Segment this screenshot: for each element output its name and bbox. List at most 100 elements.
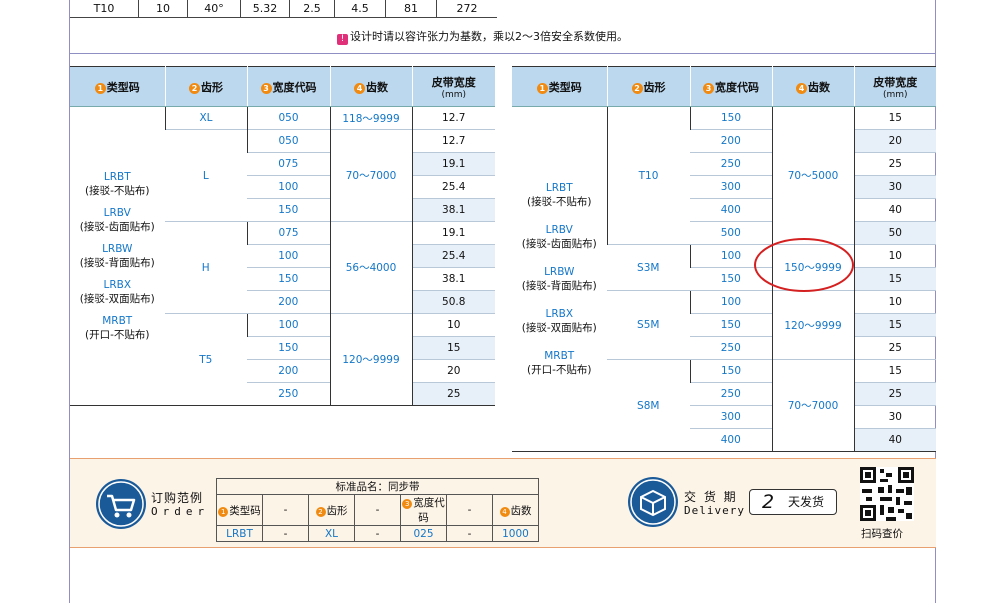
belt-width-cell: 50 bbox=[853, 221, 936, 245]
belt-width-cell: 40 bbox=[853, 198, 936, 222]
type-desc: (接驳-双面贴布) bbox=[521, 322, 597, 334]
teeth-range-cell: 120～9999 bbox=[329, 313, 412, 406]
top-spec-row: T10 10 40° 5.32 2.5 4.5 81 272 bbox=[70, 0, 497, 18]
col-width-code-header: 3 宽度代码 bbox=[246, 66, 330, 107]
order-value: XL bbox=[308, 525, 355, 542]
col-type-header: 1 类型码 bbox=[70, 66, 165, 107]
teeth-range-cell: 70～7000 bbox=[771, 359, 854, 452]
width-code-cell: 150 bbox=[689, 106, 772, 130]
width-code-cell: 050 bbox=[246, 129, 330, 153]
width-code-cell: 100 bbox=[247, 244, 330, 268]
width-code-cell: 150 bbox=[689, 359, 772, 383]
delivery-days: 2 bbox=[762, 491, 775, 513]
tooth-cell: S3M bbox=[607, 244, 690, 291]
type-code: MRBT bbox=[544, 350, 575, 362]
top-cell: 272 bbox=[436, 0, 497, 18]
highlight-ellipse bbox=[754, 238, 854, 292]
order-header: 1 类型码 bbox=[216, 494, 263, 526]
top-cell: 4.5 bbox=[334, 0, 386, 18]
warning-icon: ! bbox=[337, 34, 348, 45]
type-code: LRBV bbox=[103, 207, 131, 219]
type-desc: (接驳-不贴布) bbox=[527, 196, 592, 208]
belt-width-cell: 40 bbox=[853, 428, 936, 452]
width-code-cell: 150 bbox=[247, 267, 330, 291]
belt-width-cell: 25.4 bbox=[411, 244, 495, 268]
table-row: LRBT (接驳-不贴布) LRBV (接驳-齿面贴布) LRBW (接驳-背面贴布) LR… bbox=[512, 106, 936, 452]
belt-width-cell: 38.1 bbox=[411, 267, 495, 291]
teeth-range-cell: 120～9999 bbox=[771, 290, 854, 360]
width-code-cell: 400 bbox=[690, 198, 772, 222]
belt-width-cell: 15 bbox=[411, 336, 495, 360]
left-spec-table: 1 类型码 2 齿形 3 宽度代码 4 齿数 皮带宽度 (mm) LRBT (接驳-不贴布)… bbox=[70, 66, 495, 406]
width-code-cell: 200 bbox=[247, 290, 330, 314]
order-value: LRBT bbox=[216, 525, 263, 542]
belt-width-cell: 10 bbox=[853, 290, 936, 314]
top-cell: 81 bbox=[385, 0, 437, 18]
belt-width-cell: 19.1 bbox=[411, 221, 495, 245]
teeth-range-cell: 70～7000 bbox=[329, 129, 412, 222]
width-code-cell: 200 bbox=[690, 129, 772, 153]
order-value: 025 bbox=[400, 525, 447, 542]
type-desc: (接驳-背面贴布) bbox=[79, 257, 155, 269]
delivery-days-badge: 2 天发货 bbox=[749, 489, 837, 515]
belt-width-cell: 25 bbox=[411, 382, 495, 406]
tooth-cell: T10 bbox=[606, 106, 690, 245]
safety-note-text: 设计时请以容许张力为基数，乘以2～3倍安全系数使用。 bbox=[350, 30, 628, 43]
top-cell: 5.32 bbox=[240, 0, 290, 18]
belt-width-cell: 15 bbox=[853, 106, 936, 130]
belt-width-cell: 25.4 bbox=[411, 175, 495, 199]
order-footer: 订购范例 Order 标准品名：同步带 1 类型码 - 2 齿形 - 3 宽度代码 -… bbox=[70, 458, 936, 548]
width-code-cell: 250 bbox=[690, 336, 772, 360]
col-belt-width-header: 皮带宽度 (mm) bbox=[411, 66, 495, 107]
col-type-header: 1 类型码 bbox=[512, 66, 607, 107]
type-code: LRBW bbox=[102, 243, 133, 255]
belt-width-cell: 50.8 bbox=[411, 290, 495, 314]
width-code-cell: 200 bbox=[247, 359, 330, 383]
col-teeth-header: 4 齿数 bbox=[329, 66, 412, 107]
top-cell: 10 bbox=[138, 0, 188, 18]
order-value: 1000 bbox=[492, 525, 539, 542]
type-code: LRBW bbox=[544, 266, 575, 278]
top-cell: 2.5 bbox=[289, 0, 335, 18]
type-code: LRBX bbox=[103, 279, 132, 291]
belt-width-cell: 25 bbox=[853, 336, 936, 360]
belt-width-cell: 12.7 bbox=[411, 129, 495, 153]
safety-note: ! 设计时请以容许张力为基数，乘以2～3倍安全系数使用。 bbox=[337, 28, 628, 45]
belt-width-cell: 10 bbox=[411, 313, 495, 337]
belt-width-cell: 20 bbox=[853, 129, 936, 153]
col-teeth-header: 4 齿数 bbox=[771, 66, 854, 107]
type-code: LRBT bbox=[545, 182, 573, 194]
width-code-cell: 300 bbox=[690, 175, 772, 199]
type-code-cell: LRBT (接驳-不贴布) LRBV (接驳-齿面贴布) LRBW (接驳-背面贴布) LR… bbox=[70, 106, 165, 406]
width-code-cell: 075 bbox=[247, 152, 330, 176]
type-desc: (接驳-背面贴布) bbox=[521, 280, 597, 292]
divider-line bbox=[70, 53, 936, 54]
belt-width-cell: 15 bbox=[853, 359, 936, 383]
belt-width-cell: 30 bbox=[853, 405, 936, 429]
delivery-label: 交 货 期 bbox=[684, 490, 738, 504]
qr-code-icon[interactable] bbox=[860, 467, 914, 521]
scan-label: 扫码查价 bbox=[861, 528, 903, 540]
belt-width-cell: 20 bbox=[411, 359, 495, 383]
belt-width-cell: 12.7 bbox=[411, 106, 495, 130]
type-code-cell: LRBT (接驳-不贴布) LRBV (接驳-齿面贴布) LRBW (接驳-背面贴布) LR… bbox=[512, 106, 607, 452]
belt-width-cell: 10 bbox=[853, 244, 936, 268]
order-example-table: 标准品名：同步带 1 类型码 - 2 齿形 - 3 宽度代码 - 4 齿数 LRBT -… bbox=[216, 478, 539, 542]
type-code: LRBT bbox=[103, 171, 131, 183]
order-header: 4 齿数 bbox=[492, 494, 539, 526]
width-code-cell: 250 bbox=[690, 152, 772, 176]
width-code-cell: 300 bbox=[690, 405, 772, 429]
tooth-cell: H bbox=[165, 221, 247, 314]
delivery-label-en: Delivery bbox=[684, 504, 745, 517]
width-code-cell: 075 bbox=[246, 221, 330, 245]
teeth-range-cell: 70～5000 bbox=[771, 106, 854, 245]
type-code: MRBT bbox=[102, 315, 133, 327]
type-code: LRBX bbox=[545, 308, 574, 320]
belt-width-cell: 25 bbox=[853, 152, 936, 176]
col-tooth-header: 2 齿形 bbox=[164, 66, 247, 107]
teeth-range-cell: 118～9999 bbox=[329, 106, 412, 130]
tooth-cell: T5 bbox=[165, 313, 247, 406]
belt-width-cell: 15 bbox=[853, 267, 936, 291]
tooth-cell: XL bbox=[164, 106, 247, 130]
belt-width-cell: 38.1 bbox=[411, 198, 495, 222]
